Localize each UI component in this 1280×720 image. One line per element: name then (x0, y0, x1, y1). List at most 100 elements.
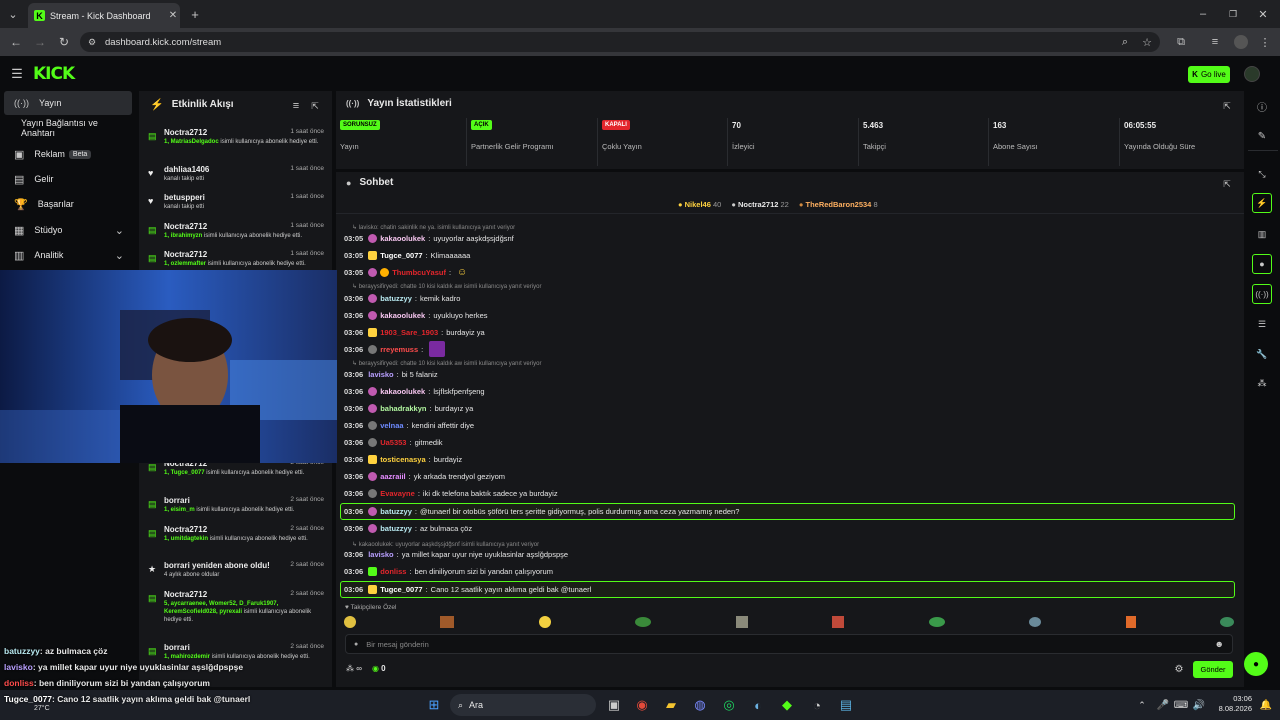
go-live-button[interactable]: K Go live (1188, 66, 1230, 83)
sidebar-item-basarilar[interactable]: 🏆 Başarılar (4, 192, 132, 216)
emote-icon[interactable] (928, 617, 945, 627)
support-chat-button[interactable]: ● (1244, 652, 1268, 676)
emote-icon[interactable] (735, 616, 748, 628)
kick-app-icon[interactable]: ◆ (777, 695, 797, 715)
msg-user[interactable]: velnaa (380, 421, 403, 430)
msg-user[interactable]: bahadrakkyn (380, 404, 426, 413)
zoom-icon[interactable]: ⌕ (1118, 35, 1132, 49)
browser-tab[interactable]: K Stream - Kick Dashboard ✕ (28, 3, 180, 28)
site-info-icon[interactable]: ⚙ (86, 36, 98, 48)
filter-icon[interactable]: ≡ (290, 100, 302, 112)
msg-user[interactable]: aazraiil (380, 472, 405, 481)
emoji-picker-icon[interactable]: ☻ (1215, 639, 1224, 649)
msg-user[interactable]: kakaoolukek (380, 311, 425, 320)
msg-user[interactable]: Evavayne (380, 489, 415, 498)
chat-toggle-icon[interactable]: ● (1252, 254, 1272, 274)
list-icon[interactable]: ☰ (1256, 318, 1268, 330)
app-icon[interactable]: ▤ (836, 695, 856, 715)
file-explorer-icon[interactable]: ▰ (661, 695, 681, 715)
browser-menu-icon[interactable]: ⋮ (1258, 35, 1272, 49)
profile-avatar[interactable] (1234, 35, 1248, 49)
chat-input[interactable]: ● Bir mesaj gönderin ☻ (345, 634, 1233, 654)
maximize-icon[interactable]: ❐ (1226, 7, 1240, 21)
activity-toggle-icon[interactable]: ⚡ (1252, 193, 1272, 213)
sidebar-item-reklam[interactable]: ▣ Reklam Beta (4, 142, 132, 166)
emote-icon[interactable] (1029, 617, 1042, 627)
media-icon[interactable]: ≡ (1208, 35, 1222, 49)
windows-start-icon[interactable]: ⊞ (424, 695, 444, 715)
microphone-icon[interactable]: 🎤 (1153, 695, 1173, 715)
edit-pencil-icon[interactable]: ✎ (1256, 130, 1268, 142)
leaderboard-entry[interactable]: ● TheRedBaron2534 8 (799, 200, 878, 209)
emote-icon[interactable] (832, 616, 845, 628)
taskbar-clock[interactable]: 03:06 8.08.2026 (1212, 694, 1252, 714)
weather-widget[interactable]: 27°C (34, 705, 50, 712)
bookmark-star-icon[interactable]: ☆ (1140, 35, 1154, 49)
msg-user[interactable]: batuzzyy (380, 507, 412, 516)
notes-icon[interactable]: ▥ (1256, 228, 1268, 240)
tray-chevron-icon[interactable]: ⌃ (1132, 695, 1152, 715)
share-icon[interactable]: ⁂ (1256, 377, 1268, 389)
msg-user[interactable]: Ua5353 (380, 438, 406, 447)
new-tab-icon[interactable]: + (188, 7, 202, 22)
msg-user[interactable]: 1903_Sare_1903 (380, 328, 438, 337)
msg-user[interactable]: kakaoolukek (380, 387, 425, 396)
emote-icon[interactable] (538, 616, 551, 628)
close-tab-icon[interactable]: ✕ (166, 10, 180, 21)
reload-icon[interactable]: ↻ (56, 34, 72, 50)
info-icon[interactable]: ⓘ (1256, 100, 1268, 114)
steam-icon[interactable]: ◐ (748, 695, 768, 715)
notification-bell-icon[interactable]: 🔔 (1256, 695, 1276, 715)
sidebar-item-studyo[interactable]: ▦ Stüdyo ⌄ (4, 218, 132, 242)
close-window-icon[interactable]: ✕ (1256, 7, 1270, 21)
chat-settings-gear-icon[interactable]: ⚙ (1173, 663, 1185, 675)
popout-icon[interactable]: ⇱ (309, 100, 321, 112)
obs-icon[interactable]: ◔ (807, 695, 827, 715)
sidebar-item-gelir[interactable]: ▤ Gelir (4, 167, 132, 191)
spotify-icon[interactable]: ◎ (719, 695, 739, 715)
sidebar-item-analitik[interactable]: ▥ Analitik ⌄ (4, 243, 132, 267)
points-indicator[interactable]: ◉ 0 (372, 664, 386, 673)
collapse-icon[interactable]: ⤡ (1256, 168, 1268, 180)
hamburger-menu-icon[interactable]: ☰ (10, 66, 24, 81)
emote-icon[interactable] (344, 616, 356, 628)
emote-icon[interactable] (1219, 617, 1234, 627)
send-button[interactable]: Gönder (1193, 661, 1233, 678)
network-icon[interactable]: ⌨ (1171, 695, 1191, 715)
volume-icon[interactable]: 🔊 (1189, 695, 1209, 715)
discord-icon[interactable]: ◍ (690, 695, 710, 715)
msg-user[interactable]: Tugce_0077 (380, 251, 422, 260)
msg-user[interactable]: tosticenasya (380, 455, 425, 464)
task-view-icon[interactable]: ▣ (604, 695, 624, 715)
leaderboard-entry[interactable]: ● Noctra2712 22 (731, 200, 789, 209)
minimize-icon[interactable]: – (1196, 7, 1210, 21)
sidebar-item-stream-key[interactable]: Yayın Bağlantısı ve Anahtarı (4, 116, 132, 140)
popout-icon[interactable]: ⇱ (1221, 100, 1233, 112)
msg-user[interactable]: batuzzyy (380, 294, 412, 303)
emote-icon[interactable] (440, 616, 455, 628)
kick-logo[interactable]: KICK (33, 64, 75, 84)
msg-user[interactable]: lavisko (368, 370, 393, 379)
msg-user[interactable]: batuzzyy (380, 524, 412, 533)
url-field[interactable]: dashboard.kick.com/stream (80, 32, 1160, 52)
chrome-icon[interactable]: ◉ (632, 695, 652, 715)
emote-icon[interactable] (635, 617, 652, 627)
stats-toggle-icon[interactable]: ((·)) (1252, 284, 1272, 304)
tools-icon[interactable]: 🔧 (1256, 348, 1268, 360)
tab-search-icon[interactable]: ⌄ (6, 7, 20, 21)
msg-user[interactable]: ThumbcuYasuf (392, 268, 446, 277)
msg-user[interactable]: lavisko (368, 550, 393, 559)
leaderboard-entry[interactable]: ● Nikel46 40 (678, 200, 721, 209)
back-icon[interactable]: ← (8, 34, 24, 50)
extensions-icon[interactable]: ⧉ (1174, 35, 1188, 49)
taskbar-search[interactable]: ⌕ Ara (450, 694, 596, 716)
popout-icon[interactable]: ⇱ (1221, 178, 1233, 190)
emote-icon[interactable] (1125, 616, 1136, 628)
sidebar-item-yayin[interactable]: ((·)) Yayın (4, 91, 132, 115)
msg-user[interactable]: rreyemuss (380, 345, 418, 354)
msg-user[interactable]: Tugce_0077 (380, 585, 422, 594)
forward-icon[interactable]: → (32, 34, 48, 50)
slow-mode-indicator[interactable]: ⁂ ∞ (346, 664, 362, 673)
user-avatar[interactable] (1244, 66, 1260, 82)
msg-user[interactable]: donliss (380, 567, 406, 576)
